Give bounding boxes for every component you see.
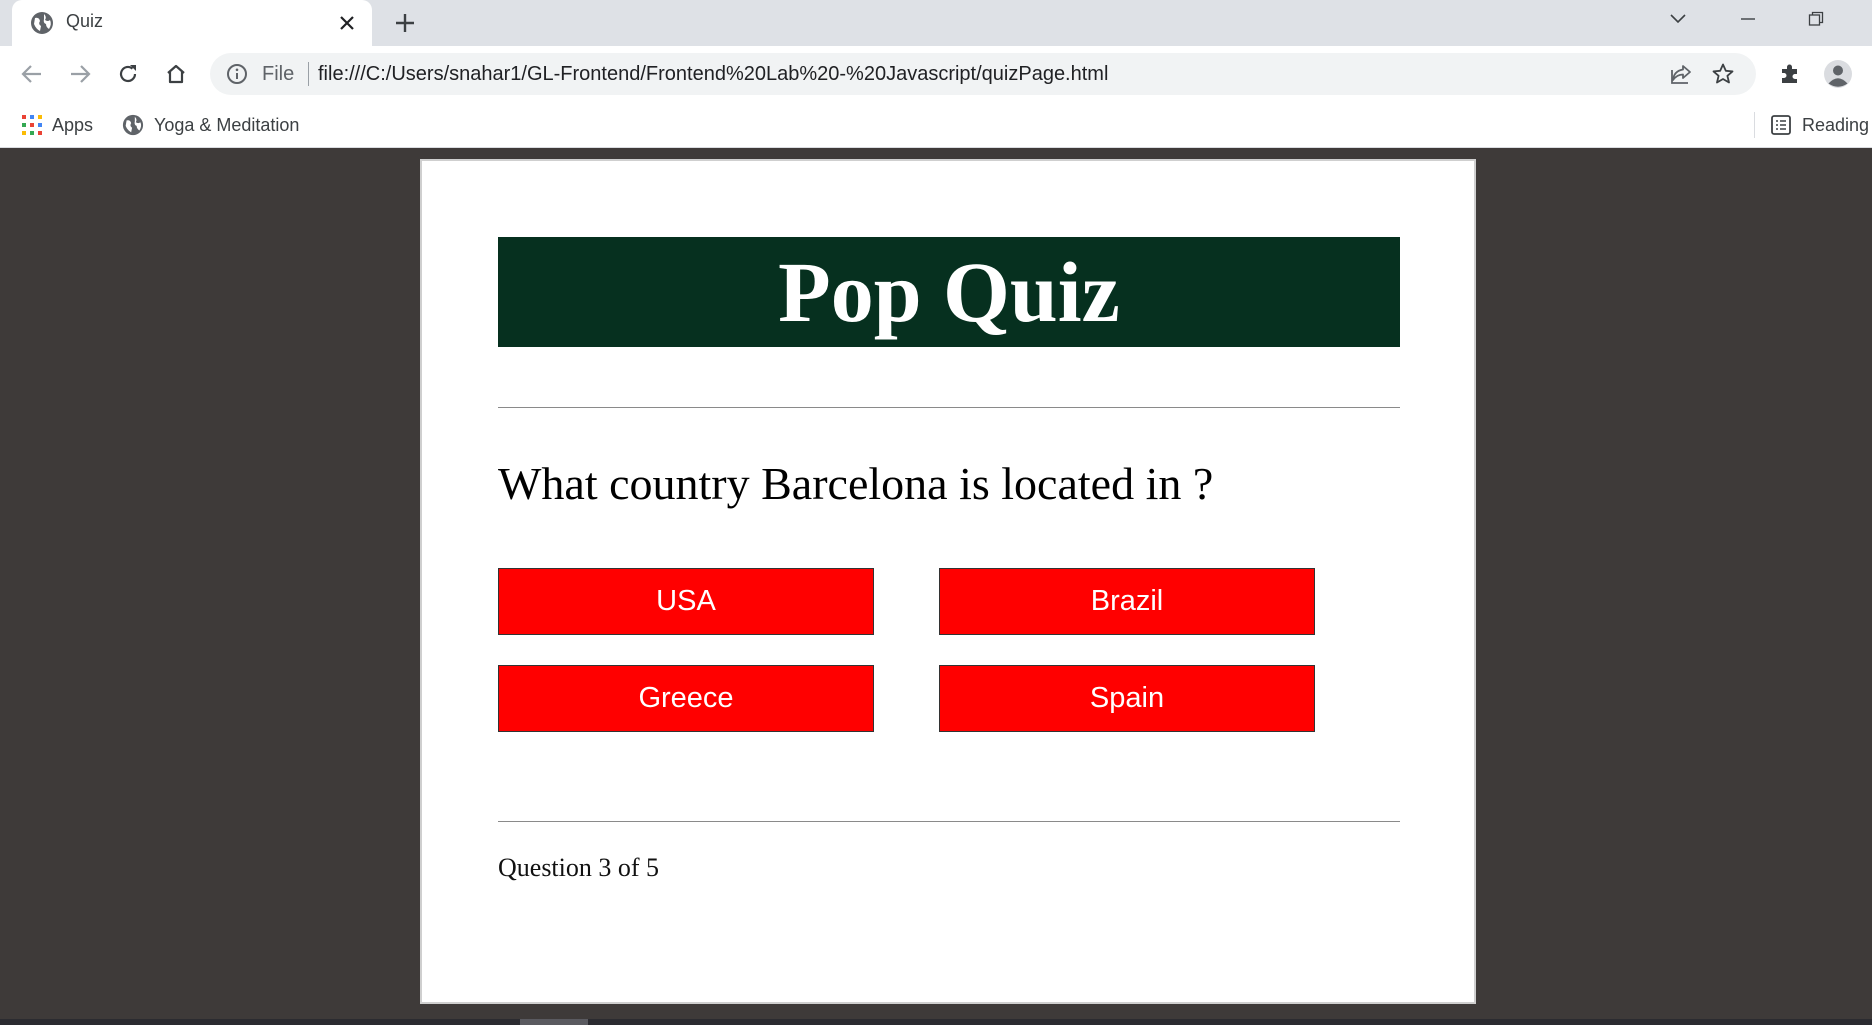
scrollbar-thumb[interactable] <box>520 1019 588 1025</box>
forward-button[interactable] <box>64 58 96 90</box>
profile-button[interactable] <box>1822 58 1854 90</box>
back-button[interactable] <box>16 58 48 90</box>
bookmark-label: Yoga & Meditation <box>154 114 300 135</box>
bottom-divider <box>498 821 1400 822</box>
share-button[interactable] <box>1668 61 1694 87</box>
restore-button[interactable] <box>1796 4 1836 34</box>
tab-close-button[interactable] <box>334 10 360 36</box>
star-icon <box>1712 63 1734 84</box>
quiz-title: Pop Quiz <box>778 244 1120 340</box>
quiz-header: Pop Quiz <box>498 237 1400 347</box>
bookmark-yoga-meditation[interactable]: Yoga & Meditation <box>122 111 299 139</box>
minimize-button[interactable] <box>1728 4 1768 34</box>
tab-title: Quiz <box>66 11 104 31</box>
restore-icon <box>1808 11 1824 26</box>
extensions-button[interactable] <box>1774 58 1806 90</box>
reload-button[interactable] <box>112 58 144 90</box>
globe-icon <box>31 12 53 34</box>
reload-icon <box>119 65 137 83</box>
reading-list-button[interactable]: Reading <box>1770 111 1869 139</box>
bookmarks-divider <box>1754 112 1755 138</box>
choice-button-greece[interactable]: Greece <box>498 665 874 732</box>
tab-search-button[interactable] <box>1658 4 1698 34</box>
reading-list-icon <box>1771 115 1791 135</box>
bookmark-apps[interactable]: Apps <box>22 111 93 139</box>
address-bar[interactable]: File file:///C:/Users/snahar1/GL-Fronten… <box>210 53 1756 95</box>
bookmark-star-button[interactable] <box>1710 61 1736 87</box>
avatar-icon <box>1824 60 1852 88</box>
minimize-icon <box>1741 18 1755 20</box>
plus-icon <box>396 14 414 32</box>
bookmarks-bar: Apps Yoga & Meditation Reading <box>0 102 1872 148</box>
bookmark-label: Apps <box>52 114 94 135</box>
apps-grid-icon <box>22 115 42 135</box>
choice-button-spain[interactable]: Spain <box>939 665 1315 732</box>
tab-quiz[interactable]: Quiz <box>12 0 372 46</box>
new-tab-button[interactable] <box>390 8 420 38</box>
arrow-left-icon <box>21 65 41 83</box>
home-icon <box>167 64 185 84</box>
reading-list-label: Reading <box>1802 114 1870 135</box>
scheme-chip: File <box>262 63 295 85</box>
chevron-down-icon <box>1670 14 1686 24</box>
arrow-right-icon <box>71 65 91 83</box>
horizontal-scrollbar[interactable] <box>0 1019 1872 1025</box>
globe-icon <box>122 114 144 136</box>
omnibox-divider <box>308 62 309 86</box>
info-icon[interactable] <box>226 63 248 85</box>
share-icon <box>1671 65 1691 84</box>
home-button[interactable] <box>160 58 192 90</box>
choice-button-usa[interactable]: USA <box>498 568 874 635</box>
quiz-container: Pop Quiz What country Barcelona is locat… <box>420 159 1476 1004</box>
choice-button-brazil[interactable]: Brazil <box>939 568 1315 635</box>
page-viewport: Pop Quiz What country Barcelona is locat… <box>0 149 1872 1019</box>
browser-toolbar: File file:///C:/Users/snahar1/GL-Fronten… <box>0 46 1872 102</box>
url-text[interactable]: file:///C:/Users/snahar1/GL-Frontend/Fro… <box>318 63 1108 86</box>
top-divider <box>498 407 1400 408</box>
question-text: What country Barcelona is located in ? <box>498 458 1214 509</box>
question-progress: Question 3 of 5 <box>498 853 660 882</box>
tab-strip: Quiz <box>0 0 1872 46</box>
close-icon <box>340 16 354 30</box>
puzzle-icon <box>1782 64 1797 83</box>
